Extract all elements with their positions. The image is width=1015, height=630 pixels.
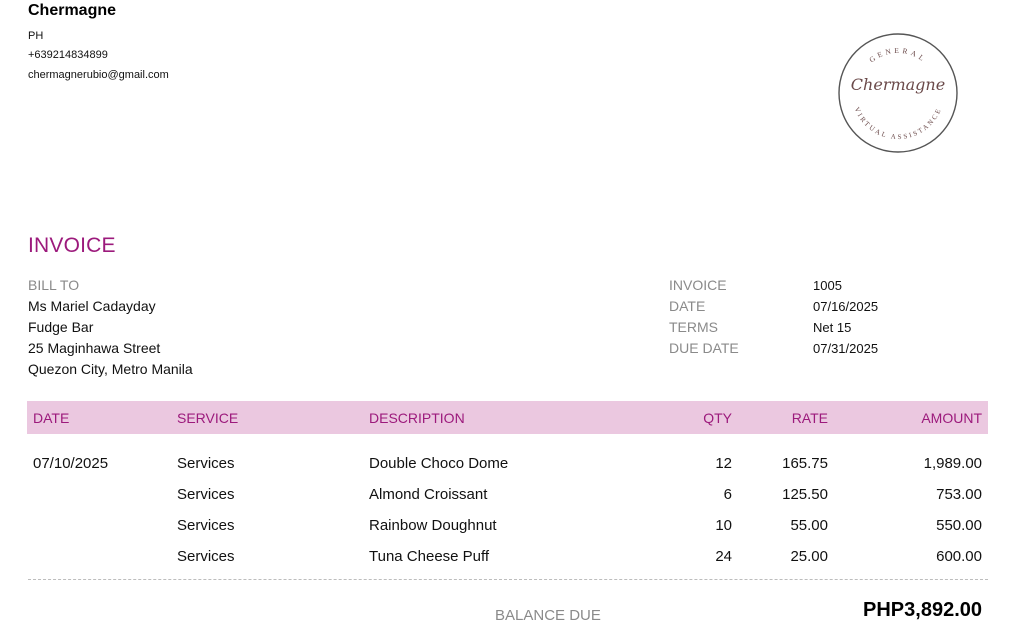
meta-row-invoice: INVOICE 1005: [669, 275, 878, 296]
dashed-divider: [28, 579, 988, 580]
cell-qty: 24: [715, 548, 732, 565]
cell-amount: 550.00: [936, 517, 982, 534]
cell-qty: 6: [723, 486, 732, 503]
cell-rate: 55.00: [790, 517, 828, 534]
line-items-table: DATE SERVICE DESCRIPTION QTY RATE AMOUNT…: [27, 401, 988, 572]
cell-service: Services: [177, 517, 235, 534]
table-row: 07/10/2025 Services Double Choco Dome 12…: [27, 434, 988, 479]
cell-rate: 25.00: [790, 548, 828, 565]
company-logo: GENERAL Chermagne VIRTUAL ASSISTANCE: [838, 33, 958, 153]
invoice-title: INVOICE: [28, 234, 116, 257]
svg-text:VIRTUAL ASSISTANCE: VIRTUAL ASSISTANCE: [853, 106, 944, 141]
meta-label: DUE DATE: [669, 340, 739, 356]
meta-row-date: DATE 07/16/2025: [669, 296, 878, 317]
table-row: Services Tuna Cheese Puff 24 25.00 600.0…: [27, 541, 988, 572]
bill-to-label: BILL TO: [28, 277, 80, 293]
cell-description: Rainbow Doughnut: [369, 517, 497, 534]
cell-rate: 125.50: [782, 486, 828, 503]
table-header-row: DATE SERVICE DESCRIPTION QTY RATE AMOUNT: [27, 401, 988, 434]
bill-to-street: 25 Maginhawa Street: [28, 340, 161, 356]
cell-date: [27, 479, 171, 510]
cell-service: Services: [177, 548, 235, 565]
meta-value: 1005: [813, 278, 842, 293]
balance-due-label: BALANCE DUE: [495, 607, 601, 624]
company-country: PH: [28, 30, 44, 42]
meta-value: 07/16/2025: [813, 299, 879, 314]
cell-date: [27, 541, 171, 572]
cell-rate: 165.75: [782, 455, 828, 472]
cell-date: [27, 510, 171, 541]
bill-to-name: Ms Mariel Cadayday: [28, 298, 156, 314]
cell-amount: 600.00: [936, 548, 982, 565]
meta-value: 07/31/2025: [813, 341, 879, 356]
header-rate: RATE: [791, 409, 828, 426]
logo-ring-top: GENERAL: [867, 46, 925, 64]
bill-to-city: Quezon City, Metro Manila: [28, 361, 193, 377]
table-row: Services Almond Croissant 6 125.50 753.0…: [27, 479, 988, 510]
cell-description: Double Choco Dome: [369, 455, 509, 472]
cell-date: 07/10/2025: [33, 455, 109, 472]
cell-amount: 1,989.00: [923, 455, 982, 472]
header-qty: QTY: [703, 409, 732, 426]
cell-qty: 12: [715, 455, 732, 472]
meta-label: DATE: [669, 298, 706, 314]
bill-to-block: BILL TO Ms Mariel Cadayday Fudge Bar 25 …: [28, 275, 193, 380]
header-description: DESCRIPTION: [369, 409, 465, 426]
cell-description: Tuna Cheese Puff: [369, 548, 490, 565]
meta-row-due-date: DUE DATE 07/31/2025: [669, 338, 878, 359]
svg-text:GENERAL: GENERAL: [867, 46, 928, 64]
header-date: DATE: [33, 409, 70, 426]
invoice-meta: INVOICE 1005 DATE 07/16/2025 TERMS Net 1…: [669, 275, 878, 359]
bill-to-company: Fudge Bar: [28, 319, 94, 335]
meta-label: INVOICE: [669, 277, 727, 293]
cell-service: Services: [177, 486, 235, 503]
company-phone: +639214834899: [28, 49, 108, 61]
meta-value: Net 15: [813, 320, 852, 335]
meta-label: TERMS: [669, 319, 718, 335]
header-service: SERVICE: [177, 409, 239, 426]
meta-row-terms: TERMS Net 15: [669, 317, 878, 338]
company-name: Chermagne: [28, 2, 117, 19]
company-email: chermagnerubio@gmail.com: [28, 69, 169, 81]
table-row: Services Rainbow Doughnut 10 55.00 550.0…: [27, 510, 988, 541]
cell-service: Services: [177, 455, 235, 472]
cell-amount: 753.00: [936, 486, 982, 503]
header-amount: AMOUNT: [921, 409, 982, 426]
cell-description: Almond Croissant: [369, 486, 488, 503]
balance-due-value: PHP3,892.00: [863, 599, 982, 621]
logo-ring-bottom: VIRTUAL ASSISTANCE: [853, 106, 941, 141]
cell-qty: 10: [715, 517, 732, 534]
logo-script: Chermagne: [851, 75, 945, 94]
